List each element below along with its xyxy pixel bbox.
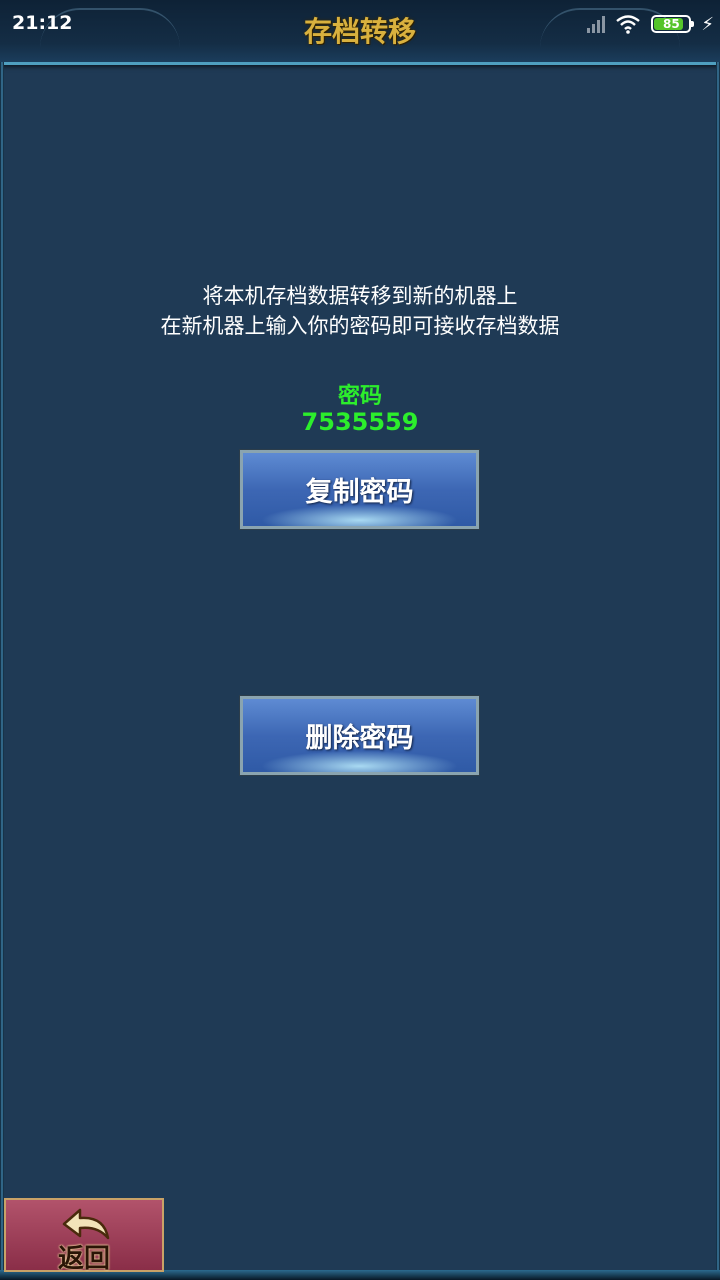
transfer-description: 将本机存档数据转移到新的机器上 在新机器上输入你的密码即可接收存档数据 xyxy=(0,281,720,341)
charging-icon: ⚡ xyxy=(701,13,714,35)
copy-password-button[interactable]: 复制密码 xyxy=(239,449,480,530)
delete-password-button[interactable]: 删除密码 xyxy=(239,695,480,776)
battery-level: 85 xyxy=(663,17,680,31)
password-value: 7535559 xyxy=(301,408,419,436)
frame-border-right xyxy=(716,62,720,1280)
delete-password-label: 删除密码 xyxy=(305,723,414,754)
frame-border-left xyxy=(0,62,4,1280)
description-line-1: 将本机存档数据转移到新的机器上 xyxy=(202,284,518,308)
password-label: 密码 xyxy=(337,384,382,409)
back-button[interactable]: 返回 xyxy=(4,1198,164,1274)
battery-icon: 85 xyxy=(651,15,695,33)
status-icons: 85 ⚡ xyxy=(587,12,714,36)
signal-icon xyxy=(587,15,606,33)
description-line-2: 在新机器上输入你的密码即可接收存档数据 xyxy=(160,314,560,338)
top-bar: 21:12 存档转移 85 ⚡ xyxy=(0,0,720,65)
back-label: 返回 xyxy=(57,1244,110,1274)
copy-password-label: 复制密码 xyxy=(305,477,414,508)
wifi-icon xyxy=(616,15,641,34)
